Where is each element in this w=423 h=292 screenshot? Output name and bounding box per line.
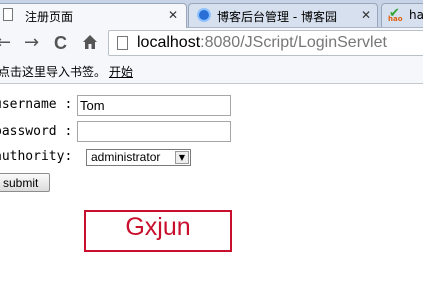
bookmark-import-link[interactable]: 开始 — [109, 63, 133, 80]
tab-title: 博客后台管理 - 博客园 — [217, 10, 337, 24]
bookmark-import-hint: 点击这里导入书签。 — [0, 65, 107, 79]
url-host: localhost — [137, 34, 201, 51]
tab-hao[interactable]: ✔ hao ha — [381, 3, 423, 27]
browser-toolbar: ← → C localhost:8080/JScript/LoginServle… — [0, 28, 423, 59]
authority-label: authority: — [0, 149, 73, 164]
tab-strip: 注册页面 ✕ 博客后台管理 - 博客园 ✕ ✔ hao ha — [0, 0, 423, 28]
home-icon[interactable] — [82, 34, 98, 50]
banner-text: Gxjun — [125, 213, 191, 241]
forward-icon[interactable]: → — [24, 32, 39, 54]
url-text: localhost:8080/JScript/LoginServlet — [137, 34, 387, 52]
blog-favicon-icon — [197, 8, 211, 22]
bookmark-bar: 点击这里导入书签。 开始 — [0, 59, 423, 84]
hao-favicon-icon: ✔ hao — [388, 6, 403, 23]
tab-register-page[interactable]: 注册页面 ✕ — [0, 3, 187, 28]
address-bar[interactable]: localhost:8080/JScript/LoginServlet — [108, 30, 423, 56]
tab-title: ha — [409, 8, 423, 22]
close-tab-icon[interactable]: ✕ — [168, 8, 178, 22]
url-path: :8080/JScript/LoginServlet — [200, 34, 387, 51]
password-label: password : — [0, 124, 73, 139]
back-icon[interactable]: ← — [0, 32, 11, 54]
authority-select[interactable]: administrator ▼ — [86, 149, 191, 166]
submit-button[interactable]: submit — [0, 173, 50, 192]
gxjun-banner: Gxjun — [84, 210, 232, 252]
page-icon — [117, 36, 128, 50]
tab-blog-admin[interactable]: 博客后台管理 - 博客园 ✕ — [188, 3, 378, 27]
username-input[interactable] — [77, 95, 231, 116]
authority-selected-value: administrator — [91, 150, 161, 164]
password-input[interactable] — [77, 121, 231, 142]
close-tab-icon[interactable]: ✕ — [361, 8, 371, 22]
reload-icon[interactable]: C — [54, 32, 67, 54]
tab-title: 注册页面 — [25, 10, 74, 24]
page-favicon-icon — [3, 8, 13, 21]
dropdown-arrow-icon[interactable]: ▼ — [175, 151, 189, 164]
username-label: username : — [0, 97, 73, 112]
